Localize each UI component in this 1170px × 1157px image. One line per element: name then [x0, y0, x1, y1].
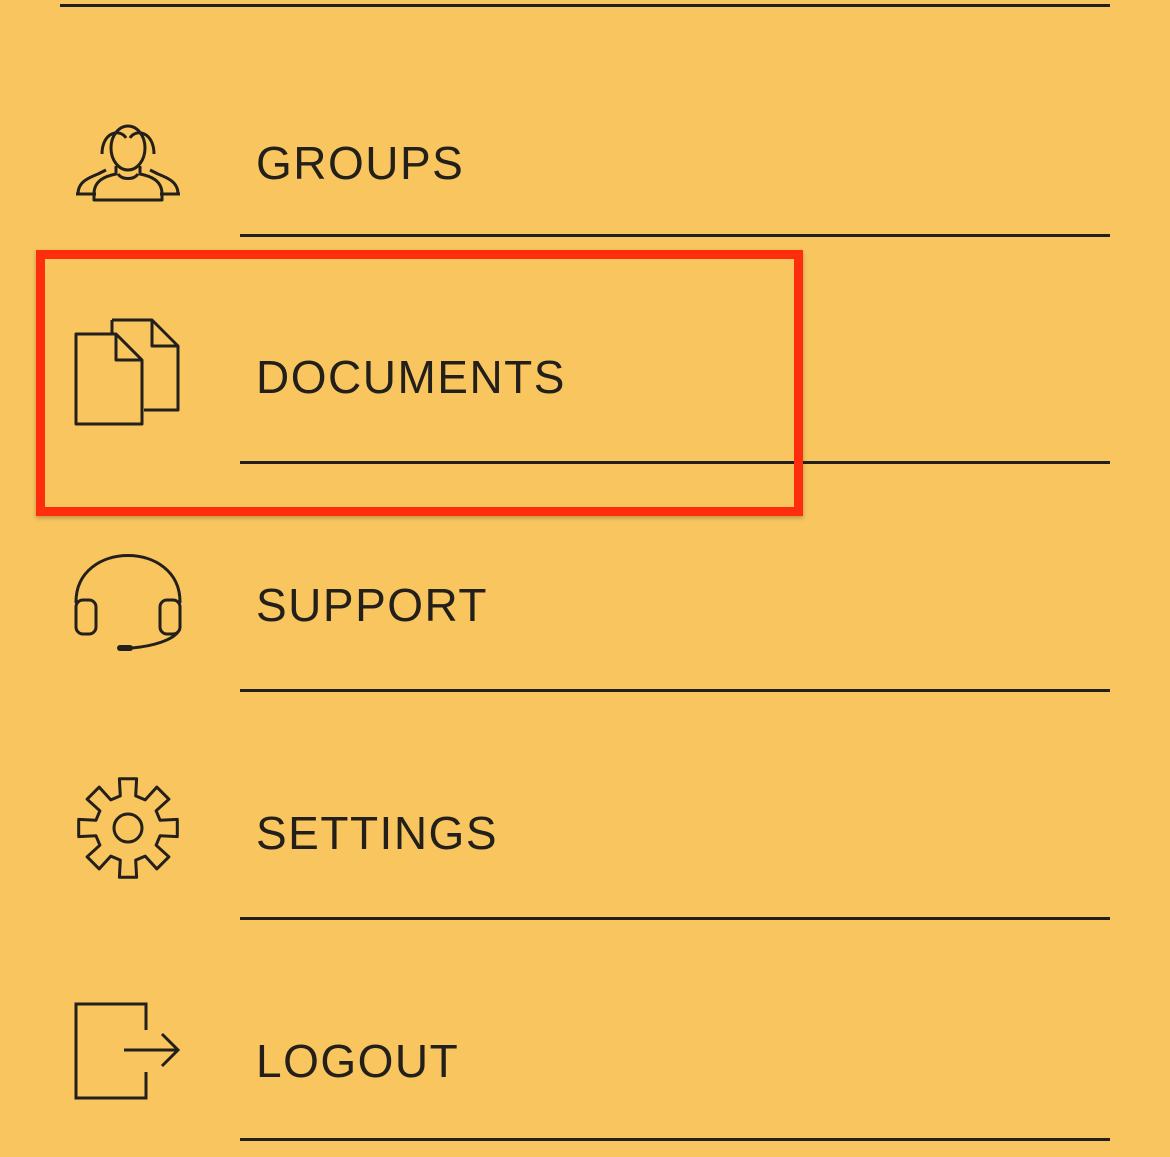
menu-item-label: SETTINGS — [256, 807, 499, 859]
headset-icon — [72, 544, 184, 656]
logout-icon — [72, 1000, 184, 1112]
users-group-icon — [72, 116, 184, 228]
menu-item-support[interactable]: SUPPORT — [0, 464, 1170, 692]
menu-item-label: SUPPORT — [256, 579, 489, 631]
menu-item-documents[interactable]: DOCUMENTS — [0, 236, 1170, 464]
menu-item-label: GROUPS — [256, 137, 465, 189]
divider — [240, 1138, 1110, 1141]
menu-item-logout[interactable]: LOGOUT — [0, 920, 1170, 1148]
menu-item-settings[interactable]: SETTINGS — [0, 692, 1170, 920]
menu-item-label: DOCUMENTS — [256, 351, 566, 403]
top-divider — [60, 4, 1110, 7]
menu-item-label: LOGOUT — [256, 1035, 460, 1087]
menu-item-groups[interactable]: GROUPS — [0, 8, 1170, 237]
documents-icon — [72, 316, 184, 428]
gear-icon — [72, 772, 184, 884]
